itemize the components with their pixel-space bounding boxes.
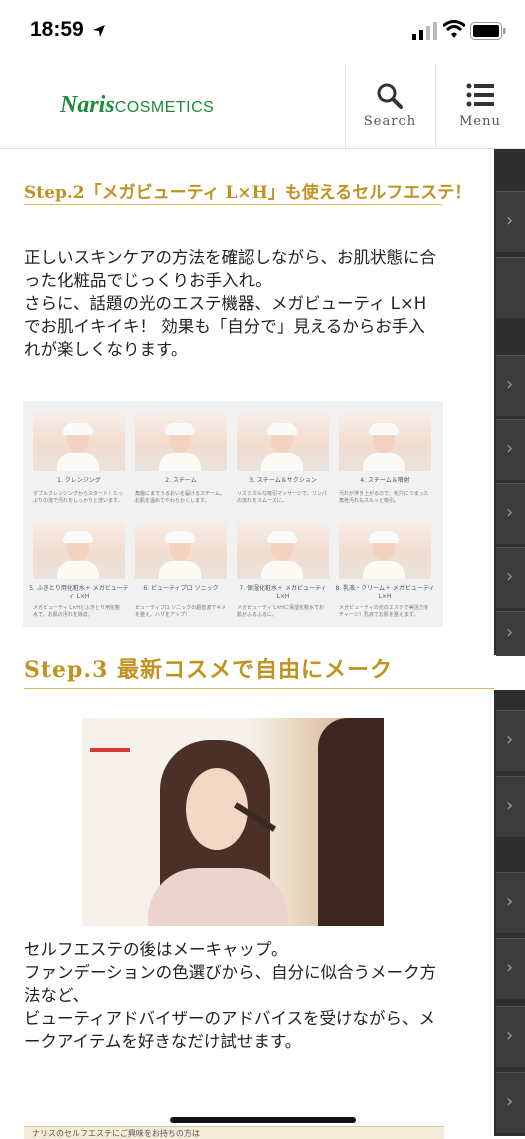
step-title: 2. スチーム bbox=[165, 477, 197, 484]
step-title: 3. スチーム＆サクション bbox=[249, 477, 317, 484]
step2-paragraph: 正しいスキンケアの方法を確認しながら、お肌状態に合 った化粧品でじっくりお手入れ… bbox=[24, 246, 449, 361]
step-title: 5. ふきとり用化粧水＋ メガビューティ L×H bbox=[29, 585, 129, 600]
paragraph-line: セルフエステの後はメーキャップ。 bbox=[24, 940, 288, 959]
step-desc: メガビューティ L×Hとふきとり用化粧水で、お肌の汚れを除去。 bbox=[33, 605, 121, 618]
cellular-signal-icon bbox=[412, 22, 437, 40]
status-bar: 18:59 bbox=[0, 0, 525, 64]
site-header: NarisCOSMETICS Search Menu bbox=[0, 64, 525, 149]
side-nav-item[interactable]: › bbox=[496, 1006, 525, 1067]
step-cell: 6. ビューティプロ ソニック ビューティプロ ソニックの超音波でキメを整え、ハ… bbox=[131, 513, 231, 621]
step-title: 6. ビューティプロ ソニック bbox=[143, 585, 219, 592]
side-nav-item[interactable]: › bbox=[496, 1072, 525, 1133]
step3-heading: Step.3 最新コスメで自由にメーク bbox=[24, 657, 394, 683]
side-nav-item[interactable]: › bbox=[496, 872, 525, 933]
status-time: 18:59 bbox=[30, 18, 84, 41]
makeup-photo bbox=[82, 718, 384, 926]
step-cell: 2. スチーム 角層にまでうるおいを届けるスチーム。お肌を温めてやわらかくします… bbox=[131, 405, 231, 513]
step-photo bbox=[135, 521, 227, 579]
step2-heading: Step.2「メガビューティ L×H」も使えるセルフエステ！ bbox=[24, 183, 472, 203]
side-nav-item[interactable]: › bbox=[496, 191, 525, 252]
step-desc: 汚れが浮き上がるので、毛穴につまった角栓汚れもスルッと吸引。 bbox=[339, 491, 429, 504]
step-photo bbox=[33, 413, 125, 471]
step-photo bbox=[135, 413, 227, 471]
step3-divider bbox=[24, 688, 494, 689]
search-button[interactable]: Search bbox=[345, 64, 434, 148]
chevron-right-icon: › bbox=[506, 957, 514, 978]
menu-button[interactable]: Menu bbox=[435, 64, 524, 148]
side-nav-item[interactable]: › bbox=[496, 710, 525, 771]
side-nav-strip-bottom: › › › › › › bbox=[494, 690, 525, 1136]
paragraph-line: 法など、 bbox=[24, 986, 90, 1005]
chevron-right-icon: › bbox=[506, 438, 514, 459]
logo-naris-text: Naris bbox=[60, 92, 115, 118]
step-photo bbox=[237, 521, 329, 579]
contact-banner[interactable]: ナリスのセルフエステにご興味をお持ちの方は bbox=[24, 1126, 444, 1139]
banner-text: ナリスのセルフエステにご興味をお持ちの方は bbox=[32, 1129, 200, 1138]
chevron-right-icon: › bbox=[506, 891, 514, 912]
location-arrow-icon bbox=[93, 25, 105, 37]
paragraph-line: ファンデーションの色選びから、自分に似合うメーク方 bbox=[24, 963, 437, 982]
chevron-right-icon: › bbox=[506, 1025, 514, 1046]
wifi-icon bbox=[443, 20, 465, 38]
paragraph-line: でお肌イキイキ！ 効果も「自分で」見えるからお手入 bbox=[24, 317, 425, 336]
step-photo bbox=[339, 521, 431, 579]
paragraph-line: さらに、話題の光のエステ機器、メガビューティ L×H bbox=[24, 294, 427, 313]
step-desc: ビューティプロ ソニックの超音波でキメを整え、ハリをアップ！ bbox=[135, 605, 227, 618]
step-cell: 5. ふきとり用化粧水＋ メガビューティ L×H メガビューティ L×Hとふきと… bbox=[29, 513, 129, 621]
chevron-right-icon: › bbox=[506, 622, 514, 643]
chevron-right-icon: › bbox=[506, 1091, 514, 1112]
step-desc: リズミカルな吸引マッサージで、リンパの流れをスムーズに。 bbox=[237, 491, 327, 504]
battery-icon bbox=[470, 22, 506, 40]
side-nav-item[interactable]: › bbox=[496, 355, 525, 416]
chevron-right-icon: › bbox=[506, 502, 514, 523]
step-cell: 1. クレンジング ダブルクレンジングからスタート！たっぷりの泡で汚れをしっかり… bbox=[29, 405, 129, 513]
step-photo bbox=[237, 413, 329, 471]
step3-paragraph: セルフエステの後はメーキャップ。 ファンデーションの色選びから、自分に似合うメー… bbox=[24, 938, 464, 1053]
side-nav-item[interactable]: › bbox=[496, 419, 525, 480]
chevron-right-icon: › bbox=[506, 374, 514, 395]
naris-logo[interactable]: NarisCOSMETICS bbox=[60, 92, 214, 119]
menu-label: Menu bbox=[459, 114, 501, 129]
side-nav-item[interactable] bbox=[496, 257, 525, 318]
logo-cosmetics-text: COSMETICS bbox=[114, 99, 215, 116]
chevron-right-icon: › bbox=[506, 729, 514, 750]
step-title: 4. スチーム＆噴射 bbox=[360, 477, 410, 484]
paragraph-line: 正しいスキンケアの方法を確認しながら、お肌状態に合 bbox=[24, 248, 437, 267]
home-indicator[interactable] bbox=[170, 1117, 356, 1123]
search-icon bbox=[377, 83, 403, 109]
chevron-right-icon: › bbox=[506, 795, 514, 816]
step-desc: 角層にまでうるおいを届けるスチーム。お肌を温めてやわらかくします。 bbox=[135, 491, 225, 504]
paragraph-line: れが楽しくなります。 bbox=[24, 340, 188, 359]
side-nav-item[interactable]: › bbox=[496, 938, 525, 999]
step2-divider bbox=[24, 204, 442, 205]
step-cell: 7. 保湿化粧水＋ メガビューティ L×H メガビューティ L×Hに保湿化粧水で… bbox=[233, 513, 333, 621]
step-cell: 8. 乳液・クリーム＋ メガビューティ L×H メガビューティの光のエステで美活… bbox=[335, 513, 435, 621]
step-desc: メガビューティの光のエステで美活力をチャージ！乳液でお肌を整えます。 bbox=[339, 605, 429, 618]
search-label: Search bbox=[363, 114, 417, 129]
step-title: 7. 保湿化粧水＋ メガビューティ L×H bbox=[239, 585, 327, 600]
step-photo bbox=[33, 521, 125, 579]
step-desc: メガビューティ L×Hに保湿化粧水でお肌がふるふるに。 bbox=[237, 605, 325, 618]
side-nav-item[interactable]: › bbox=[496, 611, 525, 656]
side-nav-item[interactable]: › bbox=[496, 776, 525, 837]
chevron-right-icon: › bbox=[506, 566, 514, 587]
side-nav-item[interactable]: › bbox=[496, 483, 525, 544]
esthetic-steps-grid: 1. クレンジング ダブルクレンジングからスタート！たっぷりの泡で汚れをしっかり… bbox=[23, 401, 443, 627]
step-cell: 3. スチーム＆サクション リズミカルな吸引マッサージで、リンパの流れをスムーズ… bbox=[233, 405, 333, 513]
paragraph-line: った化粧品でじっくりお手入れ。 bbox=[24, 271, 272, 290]
side-nav-item[interactable]: › bbox=[496, 547, 525, 608]
step-title: 8. 乳液・クリーム＋ メガビューティ L×H bbox=[335, 585, 435, 600]
step-cell: 4. スチーム＆噴射 汚れが浮き上がるので、毛穴につまった角栓汚れもスルッと吸引… bbox=[335, 405, 435, 513]
side-nav-strip-top: › › › › › › bbox=[494, 149, 525, 656]
step-photo bbox=[339, 413, 431, 471]
paragraph-line: ークアイテムを好きなだけ試せます。 bbox=[24, 1032, 302, 1051]
paragraph-line: ビューティアドバイザーのアドバイスを受けながら、メ bbox=[24, 1009, 436, 1028]
hamburger-menu-icon bbox=[466, 83, 494, 107]
chevron-right-icon: › bbox=[506, 210, 514, 231]
step-title: 1. クレンジング bbox=[57, 477, 101, 484]
step-desc: ダブルクレンジングからスタート！たっぷりの泡で汚れをしっかりと洗います。 bbox=[33, 491, 124, 504]
